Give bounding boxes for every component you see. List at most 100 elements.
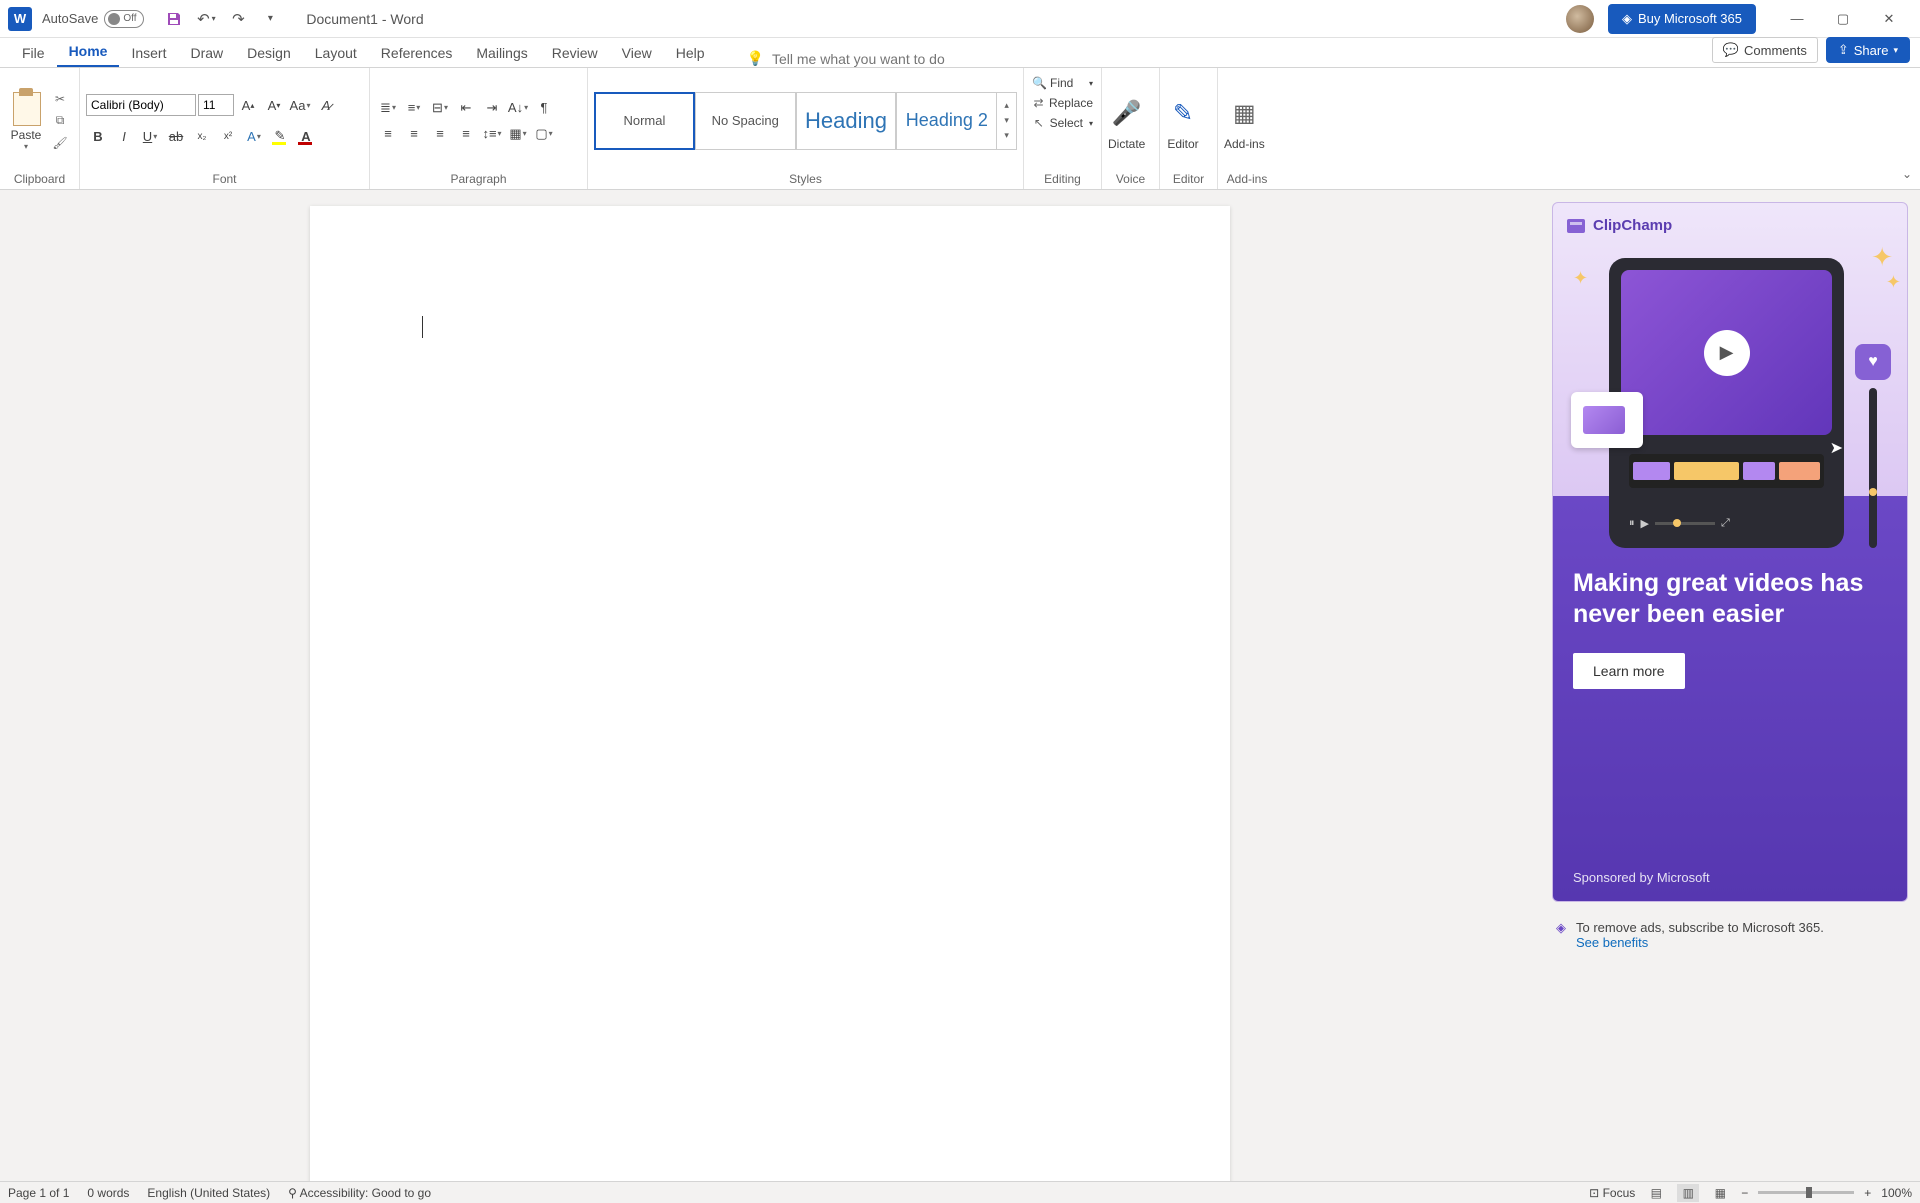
multilevel-list-icon[interactable]: ⊟ xyxy=(428,97,452,119)
change-case-icon[interactable]: Aa xyxy=(288,94,312,116)
zoom-out-button[interactable]: − xyxy=(1741,1186,1748,1200)
close-icon[interactable]: ✕ xyxy=(1866,0,1912,38)
increase-indent-icon[interactable]: ⇥ xyxy=(480,97,504,119)
highlight-color-icon[interactable]: ✎ xyxy=(268,125,292,147)
sort-icon[interactable]: A↓ xyxy=(506,97,530,119)
share-button[interactable]: ⇪ Share ▾ xyxy=(1826,37,1910,63)
shading-icon[interactable]: ▦ xyxy=(506,123,530,145)
star-icon: ✦ xyxy=(1871,242,1893,273)
learn-more-button[interactable]: Learn more xyxy=(1573,653,1685,689)
zoom-slider[interactable] xyxy=(1758,1191,1854,1194)
web-layout-icon[interactable]: ▦ xyxy=(1709,1184,1731,1202)
read-mode-icon[interactable]: ▤ xyxy=(1645,1184,1667,1202)
maximize-icon[interactable]: ▢ xyxy=(1820,0,1866,38)
paste-button[interactable]: Paste ▾ xyxy=(6,86,46,155)
tab-home[interactable]: Home xyxy=(57,37,120,67)
user-avatar[interactable] xyxy=(1566,5,1594,33)
tab-design[interactable]: Design xyxy=(235,39,303,67)
tab-insert[interactable]: Insert xyxy=(119,39,178,67)
line-spacing-icon[interactable]: ↕≡ xyxy=(480,123,504,145)
tab-view[interactable]: View xyxy=(610,39,664,67)
page-indicator[interactable]: Page 1 of 1 xyxy=(8,1186,69,1200)
select-button[interactable]: ↖Select▾ xyxy=(1030,114,1095,132)
align-center-icon[interactable]: ≡ xyxy=(402,123,426,145)
align-left-icon[interactable]: ≡ xyxy=(376,123,400,145)
italic-button[interactable]: I xyxy=(112,125,136,147)
see-benefits-link[interactable]: See benefits xyxy=(1576,935,1648,950)
cursor-icon: ↖ xyxy=(1032,116,1046,130)
buy-microsoft365-button[interactable]: ◈ Buy Microsoft 365 xyxy=(1608,4,1756,34)
tab-mailings[interactable]: Mailings xyxy=(464,39,539,67)
ad-sponsor-label: Sponsored by Microsoft xyxy=(1573,870,1710,885)
word-count[interactable]: 0 words xyxy=(87,1186,129,1200)
tab-layout[interactable]: Layout xyxy=(303,39,369,67)
editing-group: 🔍Find▾ ⇄Replace ↖Select▾ Editing xyxy=(1024,68,1102,189)
select-label: Select xyxy=(1050,116,1083,130)
shrink-font-icon[interactable]: A▾ xyxy=(262,94,286,116)
copy-icon[interactable]: ⧉ xyxy=(50,111,70,131)
editor-button[interactable]: ✎ Editor xyxy=(1166,91,1200,151)
dictate-button[interactable]: 🎤 Dictate xyxy=(1108,91,1145,151)
format-painter-icon[interactable]: 🖌 xyxy=(50,133,70,153)
language-indicator[interactable]: English (United States) xyxy=(147,1186,270,1200)
font-size-combo[interactable] xyxy=(198,94,234,116)
text-effects-icon[interactable]: A xyxy=(242,125,266,147)
document-area[interactable] xyxy=(0,190,1540,1181)
decrease-indent-icon[interactable]: ⇤ xyxy=(454,97,478,119)
style-heading-2[interactable]: Heading 2 xyxy=(896,92,997,150)
autosave-toggle[interactable]: Off xyxy=(104,10,144,28)
comments-button[interactable]: 💬 Comments xyxy=(1712,37,1818,63)
save-icon[interactable] xyxy=(162,7,186,31)
clear-formatting-icon[interactable]: A̷ xyxy=(314,94,338,116)
styles-gallery-more[interactable]: ▴▾▾ xyxy=(997,92,1017,150)
print-layout-icon[interactable]: ▥ xyxy=(1677,1184,1699,1202)
microphone-icon: 🎤 xyxy=(1110,95,1144,133)
strikethrough-button[interactable]: ab xyxy=(164,125,188,147)
superscript-button[interactable]: x² xyxy=(216,125,240,147)
justify-icon[interactable]: ≡ xyxy=(454,123,478,145)
style-no-spacing[interactable]: No Spacing xyxy=(695,92,796,150)
bold-button[interactable]: B xyxy=(86,125,110,147)
tab-help[interactable]: Help xyxy=(664,39,717,67)
comment-icon: 💬 xyxy=(1723,42,1739,58)
style-heading-1[interactable]: Heading xyxy=(796,92,897,150)
customize-qat-icon[interactable]: ▾ xyxy=(258,7,282,31)
zoom-in-button[interactable]: + xyxy=(1864,1186,1871,1200)
replace-button[interactable]: ⇄Replace xyxy=(1030,94,1095,112)
zoom-percent[interactable]: 100% xyxy=(1881,1186,1912,1200)
numbering-icon[interactable]: ≡ xyxy=(402,97,426,119)
show-hide-icon[interactable]: ¶ xyxy=(532,97,556,119)
tab-file[interactable]: File xyxy=(10,39,57,67)
bullets-icon[interactable]: ≣ xyxy=(376,97,400,119)
style-normal[interactable]: Normal xyxy=(594,92,695,150)
underline-button[interactable]: U xyxy=(138,125,162,147)
focus-icon: ⊡ xyxy=(1589,1186,1599,1200)
font-group: A▴ A▾ Aa A̷ B I U ab x₂ x² A ✎ A Font xyxy=(80,68,370,189)
tell-me-input[interactable] xyxy=(772,51,1032,67)
cut-icon[interactable]: ✂ xyxy=(50,89,70,109)
status-bar: Page 1 of 1 0 words English (United Stat… xyxy=(0,1181,1920,1203)
undo-icon[interactable]: ↶▾ xyxy=(194,7,218,31)
font-color-icon[interactable]: A xyxy=(294,125,318,147)
tab-review[interactable]: Review xyxy=(540,39,610,67)
clipchamp-ad: ClipChamp ✦ ✦ ✦ ✦ ✦ ⏸ ▶ ⤢ xyxy=(1552,202,1908,902)
minimize-icon[interactable]: ― xyxy=(1774,0,1820,38)
align-right-icon[interactable]: ≡ xyxy=(428,123,452,145)
editor-group: ✎ Editor Editor xyxy=(1160,68,1218,189)
tab-draw[interactable]: Draw xyxy=(178,39,235,67)
tab-references[interactable]: References xyxy=(369,39,465,67)
collapse-ribbon-icon[interactable]: ⌄ xyxy=(1902,167,1912,181)
font-name-combo[interactable] xyxy=(86,94,196,116)
addins-button[interactable]: ▦ Add-ins xyxy=(1224,91,1265,151)
accessibility-status[interactable]: ⚲ Accessibility: Good to go xyxy=(288,1186,431,1200)
grow-font-icon[interactable]: A▴ xyxy=(236,94,260,116)
borders-icon[interactable]: ▢ xyxy=(532,123,556,145)
redo-icon[interactable]: ↷ xyxy=(226,7,250,31)
share-label: Share xyxy=(1854,43,1889,58)
accessibility-icon: ⚲ xyxy=(288,1186,297,1200)
focus-mode-button[interactable]: ⊡ Focus xyxy=(1589,1186,1635,1200)
find-button[interactable]: 🔍Find▾ xyxy=(1030,74,1095,92)
document-page[interactable] xyxy=(310,206,1230,1181)
thumbnail-icon xyxy=(1571,392,1643,448)
subscript-button[interactable]: x₂ xyxy=(190,125,214,147)
